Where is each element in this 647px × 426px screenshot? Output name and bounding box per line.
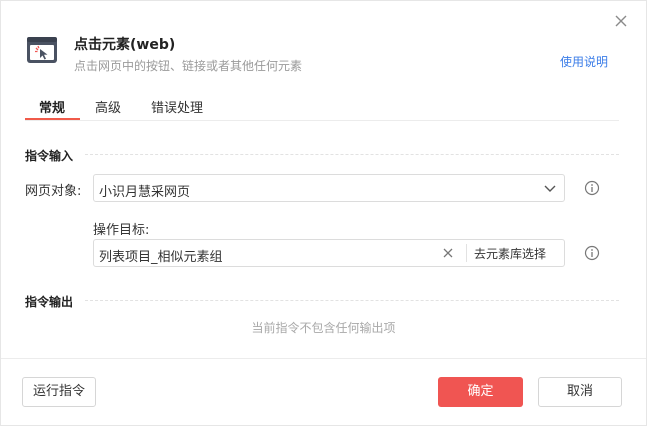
dialog-title: 点击元素(web) [74,37,176,53]
output-section-title: 指令输出 [25,295,74,309]
pick-from-element-library-button[interactable]: 去元素库选择 [474,245,546,262]
cancel-button[interactable]: 取消 [538,377,622,407]
tab-advanced[interactable]: 高级 [95,97,121,116]
webpage-object-label: 网页对象: [25,184,82,199]
info-icon[interactable] [584,180,600,196]
input-section-title: 指令输入 [25,149,74,163]
footer-divider [1,358,646,359]
webpage-object-value: 小识月慧采网页 [99,185,191,200]
click-element-icon [27,37,57,63]
click-element-dialog: 点击元素(web) 点击网页中的按钮、链接或者其他任何元素 使用说明 常规 高级… [0,0,647,426]
tab-divider [25,120,619,121]
dialog-subtitle: 点击网页中的按钮、链接或者其他任何元素 [74,59,303,73]
webpage-object-select[interactable]: 小识月慧采网页 [93,174,565,202]
info-icon[interactable] [584,245,600,261]
empty-output-note: 当前指令不包含任何输出项 [251,321,396,335]
run-command-button[interactable]: 运行指令 [22,377,96,407]
operation-target-label: 操作目标: [93,223,150,238]
clear-icon[interactable] [443,248,453,258]
field-divider [466,244,467,262]
section-divider [85,154,619,155]
confirm-button[interactable]: 确定 [438,377,523,407]
operation-target-field[interactable]: 列表项目_相似元素组 去元素库选择 [93,239,565,267]
chevron-down-icon [544,185,556,192]
tab-error-handling[interactable]: 错误处理 [151,97,203,116]
section-divider [85,300,619,301]
close-icon[interactable] [613,13,629,29]
help-link[interactable]: 使用说明 [560,53,608,70]
operation-target-value: 列表项目_相似元素组 [99,250,223,265]
tab-general[interactable]: 常规 [39,97,65,116]
